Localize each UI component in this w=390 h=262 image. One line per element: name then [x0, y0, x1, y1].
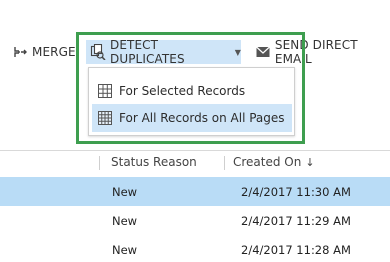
column-divider — [224, 156, 225, 170]
column-header-label: Status Reason — [111, 155, 197, 169]
cell-created-on: 2/4/2017 11:28 AM — [241, 243, 351, 257]
table-row[interactable]: New 2/4/2017 11:29 AM — [0, 206, 390, 235]
cell-created-on: 2/4/2017 11:30 AM — [241, 185, 351, 199]
send-direct-email-label: SEND DIRECT EMAIL — [274, 38, 358, 66]
table-row[interactable]: New 2/4/2017 11:30 AM — [0, 177, 390, 206]
detect-duplicates-label: DETECT DUPLICATES — [110, 38, 185, 66]
menu-item-label: For All Records on All Pages — [119, 111, 285, 125]
chevron-down-icon: ▼ — [234, 47, 241, 57]
send-direct-email-button[interactable]: SEND DIRECT EMAIL — [256, 38, 390, 66]
menu-item-for-selected-records[interactable]: For Selected Records — [92, 77, 292, 105]
cell-status-reason: New — [112, 214, 138, 228]
envelope-icon — [256, 44, 271, 60]
column-header-label: Created On — [233, 155, 302, 169]
cell-status-reason: New — [112, 185, 138, 199]
table-row[interactable]: New 2/4/2017 11:28 AM — [0, 235, 390, 262]
cell-status-reason: New — [112, 243, 138, 257]
merge-button[interactable]: MERGE — [12, 40, 76, 64]
table-grid-icon — [97, 110, 113, 126]
merge-label: MERGE — [32, 45, 76, 59]
column-header-status-reason[interactable]: Status Reason — [111, 155, 197, 169]
detect-duplicates-button[interactable]: DETECT DUPLICATES ▼ — [86, 38, 241, 66]
detect-duplicates-dropdown: For Selected Records For All Records on … — [88, 67, 295, 136]
column-divider — [99, 156, 100, 170]
grid-header: Status Reason Created On ↓ — [0, 151, 390, 175]
detect-duplicates-icon — [90, 44, 106, 60]
cell-created-on: 2/4/2017 11:29 AM — [241, 214, 351, 228]
menu-item-for-all-records[interactable]: For All Records on All Pages — [92, 104, 292, 132]
menu-item-label: For Selected Records — [119, 84, 246, 98]
merge-icon — [12, 44, 28, 60]
column-header-created-on[interactable]: Created On ↓ — [233, 155, 315, 169]
table-grid-icon — [97, 83, 113, 99]
sort-descending-icon: ↓ — [305, 156, 315, 169]
